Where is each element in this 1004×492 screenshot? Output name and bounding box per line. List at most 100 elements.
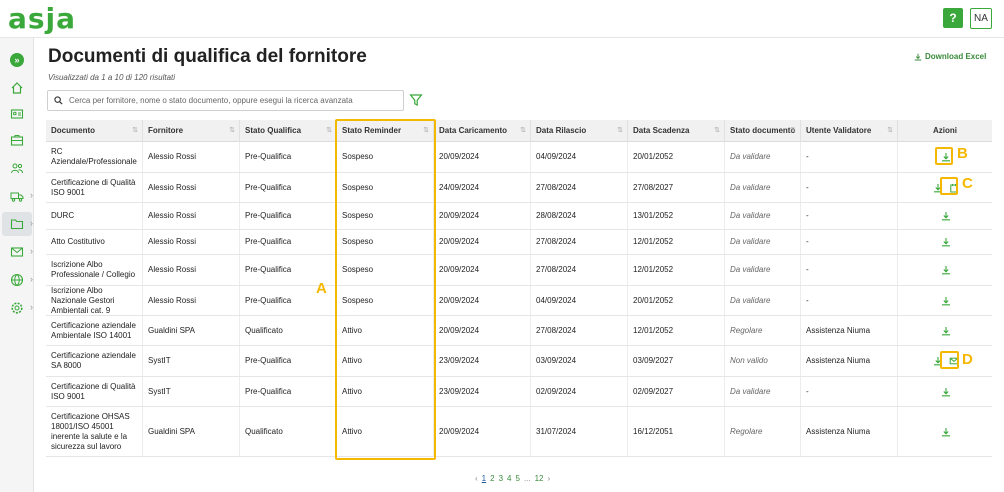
- column-header[interactable]: Utente Validatore ⇅: [801, 120, 898, 142]
- download-icon: [914, 53, 922, 61]
- download-icon[interactable]: [941, 296, 951, 306]
- sidebar-item-fornitori[interactable]: ›: [2, 184, 33, 208]
- cell-reminder-status: Attivo: [337, 377, 434, 406]
- globe-icon: [10, 273, 24, 287]
- download-excel-label: Download Excel: [925, 52, 987, 61]
- search-input[interactable]: [69, 96, 399, 105]
- cell-issue-date: 04/09/2024: [531, 286, 628, 315]
- column-header[interactable]: Stato Qualifica ⇅: [240, 120, 337, 142]
- cell-actions: [898, 316, 992, 345]
- cell-supplier: Alessio Rossi: [143, 255, 240, 285]
- column-header[interactable]: Data Scadenza ⇅: [628, 120, 725, 142]
- annotation-label: D: [962, 351, 973, 368]
- page-link[interactable]: 12: [535, 474, 544, 483]
- cell-supplier: Alessio Rossi: [143, 173, 240, 202]
- cell-expiry-date: 27/08/2027: [628, 173, 725, 202]
- cell-issue-date: 27/08/2024: [531, 255, 628, 285]
- cell-qualification-status: Pre-Qualifica: [240, 142, 337, 172]
- briefcase-icon: [10, 135, 24, 146]
- page-link[interactable]: 5: [515, 474, 519, 483]
- page-link[interactable]: 2: [490, 474, 494, 483]
- logo[interactable]: asja: [8, 2, 76, 35]
- sidebar-item-portfolio[interactable]: [2, 128, 32, 152]
- sidebar-item-documenti[interactable]: ›: [2, 212, 33, 236]
- cell-reminder-status: Sospeso: [337, 142, 434, 172]
- filter-icon[interactable]: [409, 93, 423, 107]
- column-header[interactable]: Stato Reminder ⇅: [337, 120, 434, 142]
- pagination-prev[interactable]: ‹: [475, 474, 478, 483]
- download-icon[interactable]: [941, 427, 951, 437]
- download-icon[interactable]: [941, 326, 951, 336]
- page-link[interactable]: 3: [499, 474, 503, 483]
- cell-document-status: Da validare: [725, 286, 801, 315]
- pagination-next[interactable]: ›: [548, 474, 551, 483]
- cell-document-status: Regolare: [725, 407, 801, 456]
- download-icon[interactable]: [941, 265, 951, 275]
- cell-validator: Assistenza Niuma: [801, 407, 898, 456]
- annotation-label: C: [962, 175, 973, 192]
- table-row: Iscrizione Albo Nazionale Gestori Ambien…: [46, 286, 992, 316]
- envelope-icon[interactable]: [949, 356, 959, 366]
- download-excel-button[interactable]: Download Excel: [914, 52, 986, 61]
- pagination: ‹ 1 2 3 4 5 ... 12 ›: [475, 474, 550, 483]
- cell-supplier: SystIT: [143, 346, 240, 376]
- cell-supplier: Gualdini SPA: [143, 316, 240, 345]
- download-icon[interactable]: [941, 211, 951, 221]
- cell-reminder-status: Attivo: [337, 346, 434, 376]
- cell-issue-date: 27/08/2024: [531, 316, 628, 345]
- cell-expiry-date: 12/01/2052: [628, 230, 725, 254]
- cell-reminder-status: Sospeso: [337, 203, 434, 229]
- column-header[interactable]: Documento ⇅: [46, 120, 143, 142]
- download-icon[interactable]: [941, 152, 951, 162]
- download-icon[interactable]: [941, 237, 951, 247]
- cell-reminder-status: Sospeso: [337, 173, 434, 202]
- sidebar-item-anagrafica[interactable]: [2, 102, 32, 126]
- column-header[interactable]: Data Caricamento ⇅: [434, 120, 531, 142]
- cell-reminder-status: Sospeso: [337, 230, 434, 254]
- help-button[interactable]: ?: [943, 8, 963, 28]
- cell-document: DURC: [46, 203, 143, 229]
- chevron-right-icon: ›: [30, 190, 33, 200]
- sidebar-item-settings[interactable]: ›: [2, 296, 33, 320]
- download-icon[interactable]: [941, 387, 951, 397]
- sidebar-expand[interactable]: »: [2, 48, 32, 72]
- cell-qualification-status: Pre-Qualifica: [240, 203, 337, 229]
- cell-supplier: Gualdini SPA: [143, 407, 240, 456]
- table-row: Certificazione OHSAS 18001/ISO 45001 ine…: [46, 407, 992, 457]
- cell-reminder-status: Sospeso: [337, 255, 434, 285]
- cell-validator: Assistenza Niuma: [801, 346, 898, 376]
- cell-document: Certificazione di Qualità ISO 9001: [46, 173, 143, 202]
- cell-expiry-date: 13/01/2052: [628, 203, 725, 229]
- search-box[interactable]: [47, 90, 404, 111]
- sidebar-item-globe[interactable]: ›: [2, 268, 33, 292]
- annotation-label: A: [316, 280, 327, 297]
- chevron-right-icon: ›: [30, 218, 33, 228]
- cell-expiry-date: 12/01/2052: [628, 316, 725, 345]
- column-header[interactable]: Stato documento ⇅: [725, 120, 801, 142]
- cell-upload-date: 24/09/2024: [434, 173, 531, 202]
- cell-expiry-date: 03/09/2027: [628, 346, 725, 376]
- page-link[interactable]: 1: [482, 474, 486, 483]
- column-header[interactable]: Fornitore ⇅: [143, 120, 240, 142]
- download-icon[interactable]: [933, 183, 943, 193]
- cell-issue-date: 27/08/2024: [531, 230, 628, 254]
- sidebar-item-users[interactable]: [2, 156, 32, 180]
- page-link[interactable]: 4: [507, 474, 511, 483]
- cell-expiry-date: 20/01/2052: [628, 286, 725, 315]
- cell-reminder-status: Sospeso: [337, 286, 434, 315]
- sidebar-item-home[interactable]: [2, 76, 32, 100]
- calendar-icon[interactable]: [949, 183, 959, 193]
- cell-actions: [898, 173, 992, 202]
- cell-validator: -: [801, 230, 898, 254]
- sidebar-item-mail[interactable]: ›: [2, 240, 33, 264]
- column-header[interactable]: Data Rilascio ⇅: [531, 120, 628, 142]
- cell-actions: [898, 142, 992, 172]
- download-icon[interactable]: [933, 356, 943, 366]
- table-header: Documento ⇅ Fornitore ⇅ Stato Qualifica ⇅ S…: [46, 120, 992, 142]
- avatar[interactable]: NA: [970, 8, 992, 29]
- cell-document-status: Da validare: [725, 203, 801, 229]
- cell-qualification-status: Qualificato: [240, 316, 337, 345]
- cell-qualification-status: Pre-Qualifica: [240, 230, 337, 254]
- cell-reminder-status: Attivo: [337, 316, 434, 345]
- cell-actions: [898, 203, 992, 229]
